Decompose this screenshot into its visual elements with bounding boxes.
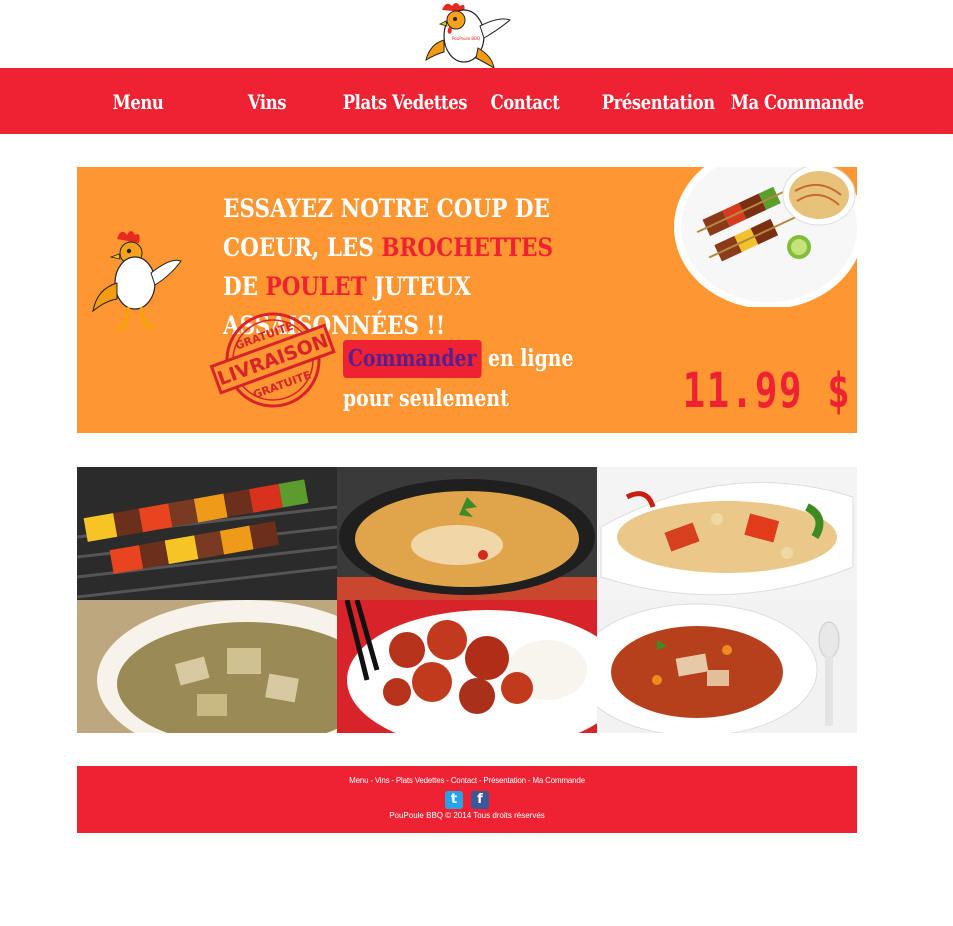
promo-price: 11.99 $ — [682, 363, 851, 419]
footer-separator: - — [527, 776, 531, 785]
footer-link-ma-commande[interactable]: Ma Commande — [532, 776, 585, 785]
facebook-icon[interactable]: f — [471, 791, 489, 809]
cashew-chicken-image — [597, 467, 857, 600]
nav-menu[interactable]: Menu — [85, 68, 192, 134]
footer-separator: - — [370, 776, 373, 785]
food-gallery — [77, 467, 857, 733]
main-navbar: Menu Vins Plats Vedettes Contact Présent… — [0, 68, 953, 134]
order-cta: Commander en ligne pour seulement — [343, 339, 589, 419]
gallery-tile-sesame-chicken[interactable] — [337, 600, 597, 733]
footer-link-vins[interactable]: Vins — [375, 776, 390, 785]
nav-plats-vedettes[interactable]: Plats Vedettes — [343, 68, 468, 134]
footer-separator: - — [446, 776, 449, 785]
curry-soup-image — [337, 467, 597, 600]
headline-part-2: de — [223, 272, 266, 301]
twitter-glyph: t — [450, 792, 458, 807]
rooster-logo[interactable]: PouPoule BBQ — [422, 0, 514, 70]
gallery-tile-cashew-chicken[interactable] — [597, 467, 857, 600]
nav-vins[interactable]: Vins — [214, 68, 321, 134]
headline-highlight-poulet: poulet — [265, 272, 367, 301]
gallery-tile-curry-chicken-bowl[interactable] — [77, 600, 337, 733]
promo-banner: Essayez notre coup de coeur, les brochet… — [77, 167, 857, 433]
brochettes-grill-image — [77, 467, 337, 600]
sesame-chicken-rice-image — [337, 600, 597, 733]
gallery-tile-curry-soup[interactable] — [337, 467, 597, 600]
logo-badge-text: PouPoule BBQ — [452, 36, 480, 41]
rooster-mascot-icon — [92, 231, 182, 331]
social-icons: t f — [443, 791, 491, 809]
nav-ma-commande[interactable]: Ma Commande — [731, 68, 865, 134]
footer-link-contact[interactable]: Contact — [451, 776, 477, 785]
curry-chicken-bowl-image — [77, 600, 337, 733]
footer-link-presentation[interactable]: Présentation — [483, 776, 526, 785]
site-footer: Menu - Vins - Plats Vedettes - Contact - Présent… — [77, 766, 857, 833]
footer-separator: - — [391, 776, 394, 785]
footer-link-menu[interactable]: Menu — [349, 776, 368, 785]
free-delivery-stamp: LIVRAISON GRATUITE GRATUITE — [209, 312, 336, 408]
gallery-tile-tomato-soup[interactable] — [597, 600, 857, 733]
gallery-tile-brochettes[interactable] — [77, 467, 337, 600]
nav-contact[interactable]: Contact — [472, 68, 579, 134]
footer-separator: - — [478, 776, 482, 785]
tomato-chicken-soup-image — [597, 600, 857, 733]
footer-link-plats-vedettes[interactable]: Plats Vedettes — [396, 776, 445, 785]
footer-links: Menu - Vins - Plats Vedettes - Contact - Présent… — [77, 776, 857, 785]
nav-presentation[interactable]: Présentation — [602, 68, 715, 134]
brochette-plate-image — [674, 167, 857, 307]
copyright-text: PouPoule BBQ © 2014 Tous droits réservés — [389, 811, 545, 820]
headline-highlight-brochettes: brochettes — [381, 233, 554, 262]
commander-button[interactable]: Commander — [343, 340, 482, 378]
facebook-glyph: f — [477, 792, 483, 807]
twitter-icon[interactable]: t — [445, 791, 463, 809]
